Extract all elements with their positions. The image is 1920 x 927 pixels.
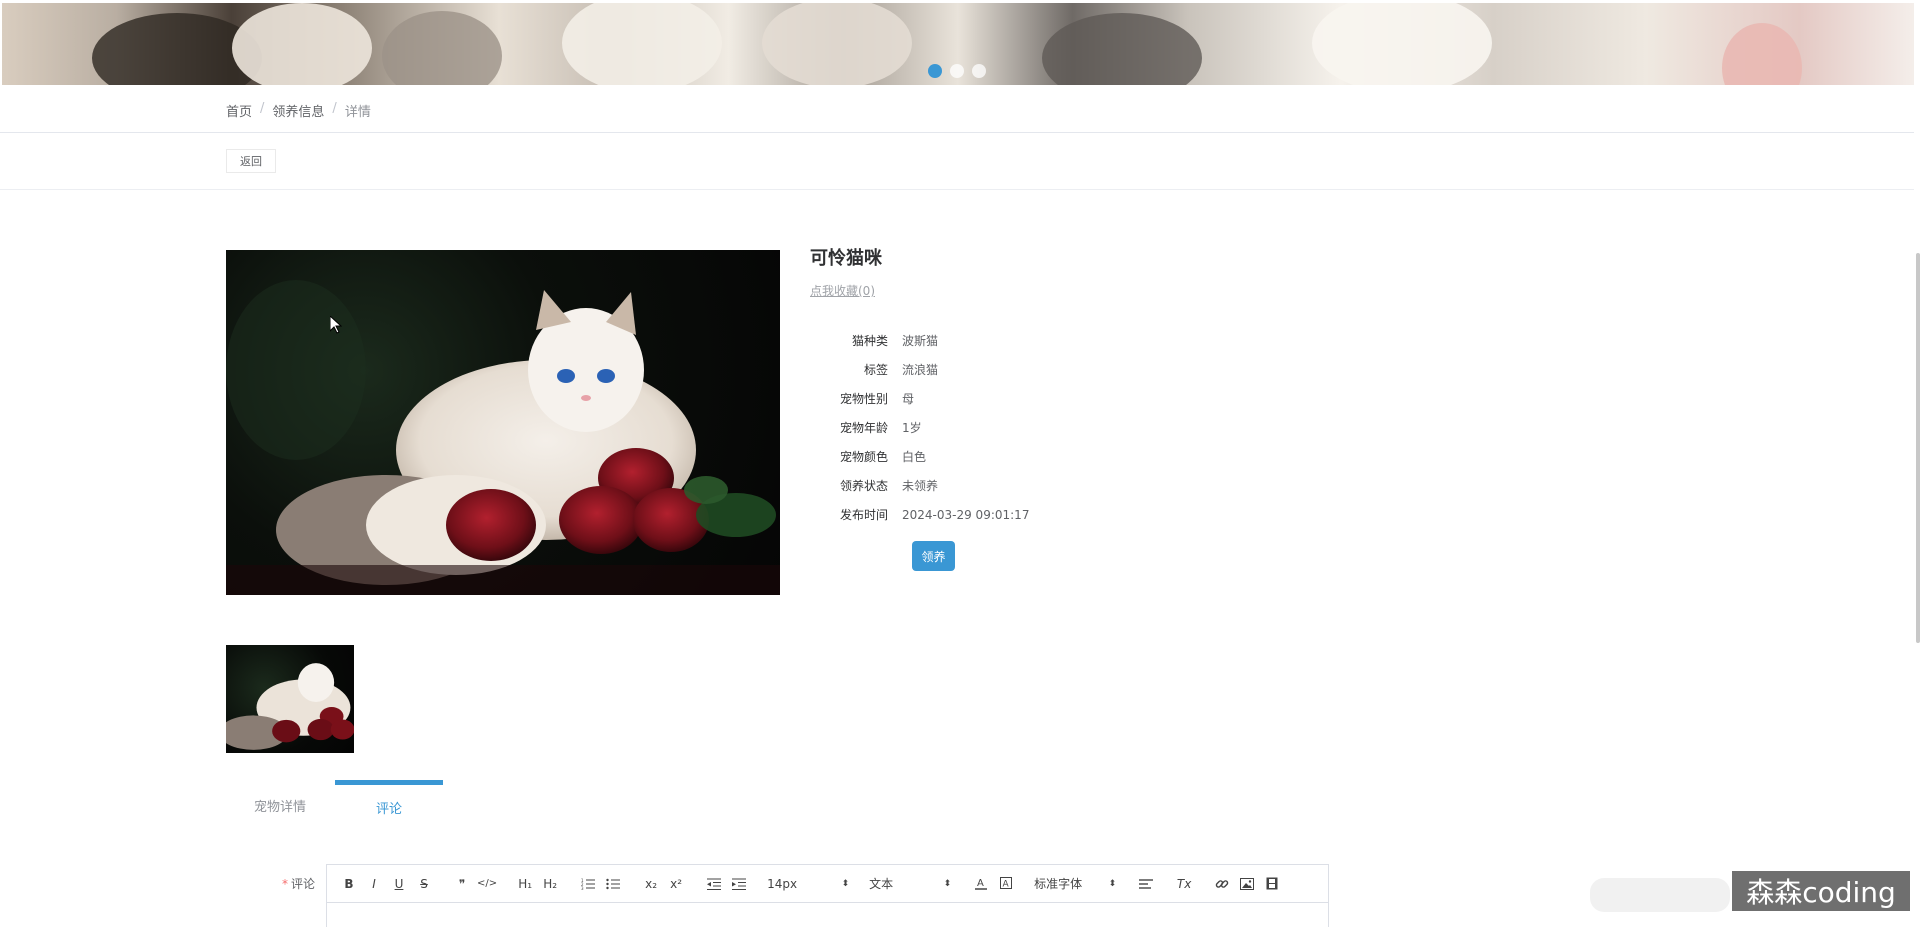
divider [0, 132, 1914, 133]
comment-label: * 评论 [282, 875, 315, 892]
code-block-button[interactable]: </> [477, 874, 497, 894]
bullet-list-icon[interactable] [603, 874, 623, 894]
font-size-value: 14px [767, 876, 798, 891]
svg-text:A: A [1003, 880, 1010, 890]
breadcrumb-section[interactable]: 领养信息 [272, 101, 324, 120]
detail-tabs: 宠物详情 评论 [226, 780, 696, 830]
info-label: 宠物颜色 [839, 450, 888, 464]
divider [0, 189, 1914, 190]
breadcrumb-separator: / [260, 101, 265, 116]
info-label: 发布时间 [839, 508, 888, 522]
carousel-dot-1[interactable] [928, 64, 942, 78]
svg-text:3: 3 [581, 886, 584, 890]
font-family-value: 标准字体 [1034, 877, 1083, 891]
info-value: 波斯猫 [902, 334, 939, 348]
cat-thumbnail-photo [226, 663, 354, 750]
cat-photo [226, 280, 780, 595]
pet-thumbnail[interactable] [226, 645, 354, 753]
background-color-icon[interactable]: A [996, 874, 1016, 894]
select-arrows-icon: ⬍ [943, 878, 952, 889]
superscript-button[interactable]: x² [666, 874, 686, 894]
header2-button[interactable]: H₂ [540, 874, 560, 894]
info-label: 宠物性别 [839, 392, 888, 406]
align-icon[interactable] [1136, 874, 1156, 894]
strike-button[interactable]: S [414, 874, 434, 894]
comment-label-text: 评论 [291, 877, 316, 891]
info-value: 1岁 [902, 421, 922, 435]
select-arrows-icon: ⬍ [1108, 878, 1117, 889]
tab-pet-details[interactable]: 宠物详情 [226, 780, 334, 830]
info-value: 白色 [902, 450, 927, 464]
breadcrumb-separator: / [332, 101, 337, 116]
required-mark: * [282, 877, 288, 891]
carousel-dot-2[interactable] [950, 64, 964, 78]
page: 首页 / 领养信息 / 详情 返回 可怜猫咪 点我收藏(0) 猫种类 波斯猫 标… [0, 0, 1920, 927]
ordered-list-icon[interactable]: 123 [578, 874, 598, 894]
back-button[interactable]: 返回 [226, 149, 276, 173]
info-row-breed: 猫种类 波斯猫 [810, 326, 1029, 355]
banner-carousel[interactable] [2, 3, 1914, 85]
underline-button[interactable]: U [389, 874, 409, 894]
pet-title: 可怜猫咪 [810, 248, 882, 269]
svg-text:A: A [977, 878, 984, 889]
watermark: 森森coding [1732, 871, 1910, 911]
font-size-select[interactable]: 14px ⬍ [767, 877, 849, 891]
carousel-dot-3[interactable] [972, 64, 986, 78]
blockquote-button[interactable]: ❞ [452, 874, 472, 894]
font-family-select[interactable]: 标准字体 ⬍ [1034, 875, 1116, 892]
info-row-color: 宠物颜色 白色 [810, 442, 1029, 471]
info-row-age: 宠物年龄 1岁 [810, 413, 1029, 442]
header1-button[interactable]: H₁ [515, 874, 535, 894]
pet-main-image[interactable] [226, 250, 780, 595]
heading-select[interactable]: 文本 ⬍ [869, 875, 951, 892]
info-label: 宠物年龄 [839, 421, 888, 435]
pet-info-list: 猫种类 波斯猫 标签 流浪猫 宠物性别 母 宠物年龄 1岁 宠物颜色 白色 领养… [810, 326, 1029, 529]
info-value: 2024-03-29 09:01:17 [902, 507, 1030, 522]
watermark-shadow [1590, 878, 1730, 912]
text-color-icon[interactable]: A [971, 874, 991, 894]
info-value: 未领养 [902, 479, 939, 493]
info-row-publish-time: 发布时间 2024-03-29 09:01:17 [810, 500, 1029, 529]
tab-comments[interactable]: 评论 [335, 780, 443, 830]
info-label: 标签 [863, 363, 888, 377]
page-scrollbar[interactable] [1916, 253, 1920, 643]
breadcrumb-current: 详情 [344, 105, 371, 120]
info-row-gender: 宠物性别 母 [810, 384, 1029, 413]
carousel-dots [928, 64, 986, 78]
info-row-status: 领养状态 未领养 [810, 471, 1029, 500]
outdent-icon[interactable] [704, 874, 724, 894]
comment-editor: B I U S ❞ </> H₁ H₂ 123 x₂ x² 14px ⬍ 文本 ⬍ [326, 864, 1329, 927]
breadcrumb: 首页 / 领养信息 / 详情 [226, 101, 371, 120]
info-label: 领养状态 [839, 479, 888, 493]
link-icon[interactable] [1212, 874, 1232, 894]
italic-button[interactable]: I [364, 874, 384, 894]
image-icon[interactable] [1237, 874, 1257, 894]
info-row-tag: 标签 流浪猫 [810, 355, 1029, 384]
heading-value: 文本 [869, 877, 894, 891]
info-value: 流浪猫 [902, 363, 939, 377]
bold-button[interactable]: B [339, 874, 359, 894]
video-icon[interactable] [1262, 874, 1282, 894]
adopt-button[interactable]: 领养 [912, 541, 955, 571]
editor-toolbar: B I U S ❞ </> H₁ H₂ 123 x₂ x² 14px ⬍ 文本 ⬍ [327, 865, 1328, 903]
subscript-button[interactable]: x₂ [641, 874, 661, 894]
breadcrumb-home[interactable]: 首页 [226, 101, 252, 120]
select-arrows-icon: ⬍ [841, 878, 850, 889]
mouse-cursor-icon [329, 314, 343, 338]
info-value: 母 [902, 392, 915, 406]
clear-format-button[interactable]: Tx [1174, 874, 1194, 894]
indent-icon[interactable] [729, 874, 749, 894]
info-label: 猫种类 [851, 334, 888, 348]
favorite-link[interactable]: 点我收藏(0) [810, 282, 875, 299]
